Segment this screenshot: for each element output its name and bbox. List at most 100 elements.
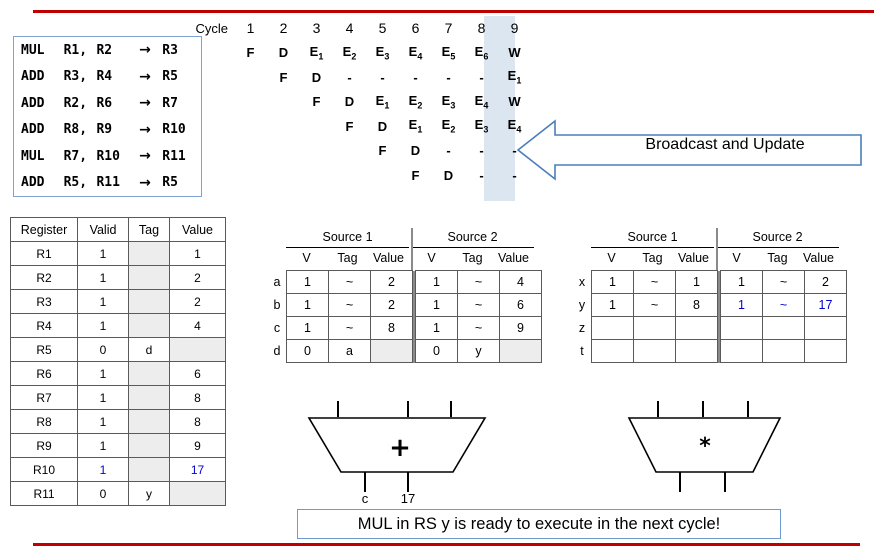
register-tag-cell: y: [128, 481, 170, 506]
register-valid-cell: 1: [77, 361, 129, 386]
pipeline-stage-cell: D: [377, 118, 388, 134]
rs-mul-s1-tag-cell: ~: [633, 270, 676, 294]
register-tag-cell: [128, 313, 170, 338]
instruction-src1: R2,: [63, 95, 88, 111]
rs-add-s2-valid-cell: 0: [415, 339, 458, 363]
rs-corner-spacer: [268, 228, 286, 248]
pipeline-instruction-row: F D - - - - - E1: [170, 65, 531, 90]
register-tag-cell: [128, 385, 170, 410]
register-tag-cell: [128, 361, 170, 386]
rs-add-row: c 1 ~8 1 ~9: [268, 316, 542, 340]
register-valid-cell: 1: [77, 241, 129, 266]
broadcast-label: Broadcast and Update: [645, 136, 805, 153]
register-valid-cell: 1: [77, 313, 129, 338]
source-divider: [716, 228, 718, 270]
register-value-cell: 6: [169, 361, 226, 386]
pipeline-stage-cell: E3: [474, 117, 489, 136]
multiplier-alu: [627, 401, 782, 492]
pipeline-stage-cell: -: [479, 69, 484, 85]
s1-tag-header: Tag: [337, 251, 358, 265]
register-value-cell: [169, 337, 226, 362]
register-row: R4 1 4: [10, 313, 226, 338]
register-value-cell: 8: [169, 409, 226, 434]
register-name-cell: R10: [10, 457, 78, 482]
cycle-number: 5: [378, 20, 387, 37]
reservation-station-add: Source 1 Source 2 V Tag Value V Tag Valu…: [268, 228, 542, 363]
register-name-cell: R8: [10, 409, 78, 434]
instruction-src2: R2: [96, 42, 113, 58]
pipeline-stage-cell: E1: [309, 43, 324, 62]
rs-add-s1-tag-cell: ~: [328, 270, 371, 294]
register-value-cell: [169, 481, 226, 506]
instruction-opcode: MUL: [21, 148, 45, 164]
rs-add-s1-tag-cell: ~: [328, 293, 371, 317]
register-table-header-row: Register Valid Tag Value: [10, 217, 226, 242]
pipeline-stage-cell: E6: [474, 43, 489, 62]
rs-mul-name-cell: z: [578, 321, 586, 335]
register-file-table: Register Valid Tag Value R1 1 1 R2 1 2 R3 1 2 R4 1…: [10, 217, 226, 506]
register-row: R7 1 8: [10, 385, 226, 410]
pipeline-stage-cell: E1: [507, 68, 522, 87]
instruction-src2: R6: [96, 95, 113, 111]
rs-mul-s2-valid-cell: [720, 339, 763, 363]
rs-mul-s2-tag-cell: [762, 339, 805, 363]
register-row: R9 1 9: [10, 433, 226, 458]
register-valid-cell: 1: [77, 289, 129, 314]
rs-add-s1-value-cell: 8: [370, 316, 413, 340]
pipeline-stage-cell: W: [508, 45, 521, 61]
rs-column-header-row: V Tag Value V Tag Value: [573, 248, 847, 270]
pipeline-stage-cell: -: [380, 69, 385, 85]
pipeline-stage-cell: W: [508, 94, 521, 110]
rs-mul-s2-value-cell: 2: [804, 270, 847, 294]
arrow-icon: →: [139, 148, 151, 165]
pipeline-timing-diagram: Cycle 1 2 3 4 5 6 7 8 9 F D E1 E2 E3 E4 E5 E6 W F…: [170, 16, 531, 188]
register-name-cell: R9: [10, 433, 78, 458]
source-divider: [411, 228, 413, 270]
s1-v-header: V: [302, 251, 311, 265]
rs-mul-s1-valid-cell: 1: [591, 270, 634, 294]
rs-mul-s2-valid-cell: [720, 316, 763, 340]
rs-add-name-cell: d: [273, 344, 281, 358]
pipeline-stage-cell: F: [246, 45, 255, 61]
s1-value-header: Value: [677, 251, 710, 265]
bottom-rule: [33, 543, 860, 546]
register-value-cell: 17: [169, 457, 226, 482]
register-row: R1 1 1: [10, 241, 226, 266]
instruction-src1: R3,: [63, 69, 88, 85]
register-tag-cell: [128, 433, 170, 458]
rs-add-row: a 1 ~2 1 ~4: [268, 270, 542, 294]
pipeline-stage-cell: -: [479, 143, 484, 159]
s2-tag-header: Tag: [767, 251, 788, 265]
pipeline-header-row: Cycle 1 2 3 4 5 6 7 8 9: [170, 16, 531, 41]
register-name-cell: R1: [10, 241, 78, 266]
register-valid-cell: 0: [77, 481, 129, 506]
rs-mul-row: z: [573, 316, 847, 340]
register-valid-cell: 1: [77, 385, 129, 410]
s1-v-header: V: [607, 251, 616, 265]
pipeline-stage-cell: E3: [375, 43, 390, 62]
instruction-src2: R10: [96, 148, 120, 164]
arrow-icon: →: [139, 68, 151, 85]
rs-add-body: a 1 ~2 1 ~4 b 1 ~2 1 ~6 c 1 ~8 1 ~9 d 0 a 0 y: [268, 270, 542, 363]
rs-corner-spacer: [268, 248, 286, 270]
pipeline-instruction-row: FD---: [170, 139, 531, 164]
pipeline-stage-cell: D: [311, 69, 322, 85]
instruction-src1: R1,: [63, 42, 88, 58]
rs-mul-row: x 1 ~1 1 ~2: [573, 270, 847, 294]
s1-tag-header: Tag: [642, 251, 663, 265]
rs-mul-s1-value-cell: [675, 316, 718, 340]
register-valid-cell: 1: [77, 265, 129, 290]
register-name-cell: R4: [10, 313, 78, 338]
pipeline-stage-cell: E2: [342, 43, 357, 62]
register-row: R5 0 d: [10, 337, 226, 362]
rs-corner-spacer: [573, 228, 591, 248]
rs-mul-s2-valid-cell: 1: [720, 270, 763, 294]
s2-value-header: Value: [497, 251, 530, 265]
rs-mul-s2-valid-cell: 1: [720, 293, 763, 317]
rs-mul-s1-valid-cell: 1: [591, 293, 634, 317]
register-value-cell: 2: [169, 289, 226, 314]
arrow-icon: →: [139, 121, 151, 138]
register-tag-cell: [128, 265, 170, 290]
rs-add-s1-valid-cell: 1: [286, 270, 329, 294]
register-name-cell: R6: [10, 361, 78, 386]
